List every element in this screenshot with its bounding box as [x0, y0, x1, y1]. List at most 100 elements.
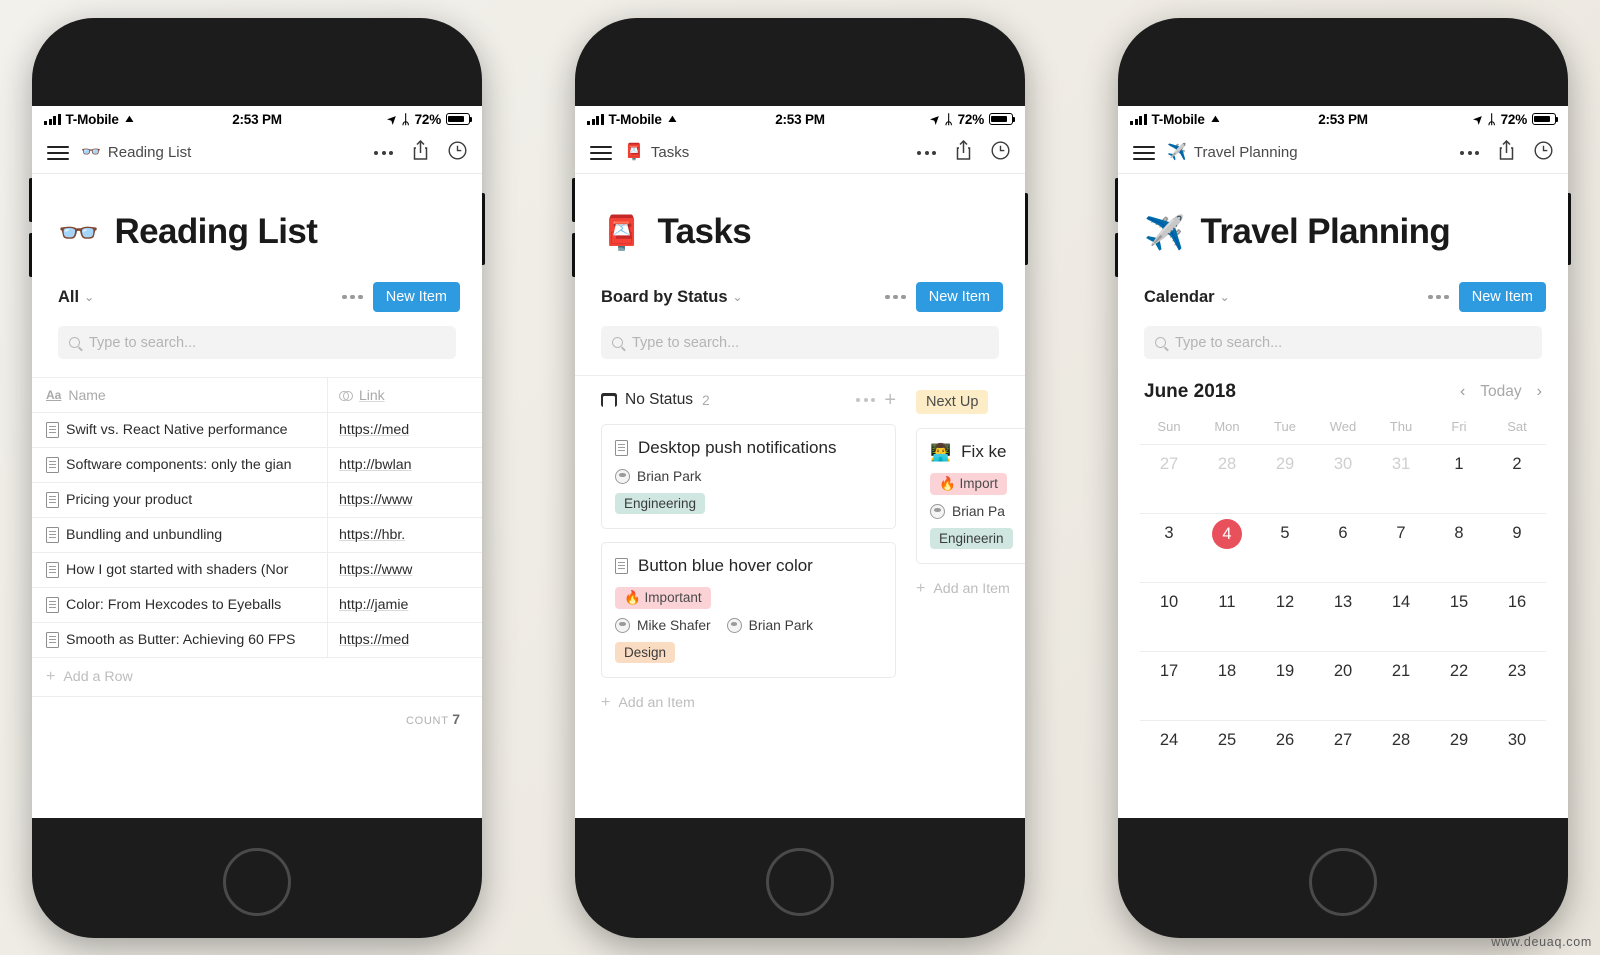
calendar-next-icon[interactable]: › [1537, 383, 1542, 401]
calendar-day[interactable]: 19 [1256, 662, 1314, 720]
view-selector[interactable]: Board by Status ⌄ [601, 288, 743, 307]
calendar-day[interactable]: 29 [1256, 455, 1314, 513]
calendar-day[interactable]: 28 [1198, 455, 1256, 513]
search-input[interactable]: Type to search... [632, 335, 739, 351]
calendar-day[interactable]: 6 [1314, 524, 1372, 582]
column-header-link[interactable]: Link [328, 378, 482, 412]
clock-history-icon[interactable] [448, 140, 467, 165]
board-column-more-icon[interactable] [856, 398, 876, 402]
calendar-day[interactable]: 9 [1488, 524, 1546, 582]
search-box[interactable]: Type to search... [601, 326, 999, 359]
cell-link-label[interactable]: http://bwlan [339, 457, 412, 473]
ellipsis-icon[interactable] [1460, 150, 1479, 155]
calendar-day[interactable]: 30 [1314, 455, 1372, 513]
calendar-day[interactable]: 22 [1430, 662, 1488, 720]
hamburger-menu-icon[interactable] [47, 145, 69, 160]
share-icon[interactable] [955, 139, 972, 165]
calendar-day[interactable]: 14 [1372, 593, 1430, 651]
calendar-day[interactable]: 1 [1430, 455, 1488, 513]
calendar-day[interactable]: 8 [1430, 524, 1488, 582]
search-input[interactable]: Type to search... [89, 335, 196, 351]
table-row[interactable]: Smooth as Butter: Achieving 60 FPS https:… [32, 622, 482, 657]
calendar-prev-icon[interactable]: ‹ [1460, 383, 1465, 401]
new-item-button[interactable]: New Item [372, 282, 460, 312]
calendar-day[interactable]: 25 [1198, 731, 1256, 789]
add-a-row-button[interactable]: + Add a Row [32, 657, 482, 697]
search-icon [612, 337, 623, 348]
add-an-item-button[interactable]: + Add an Item [601, 691, 896, 712]
calendar-day[interactable]: 3 [1140, 524, 1198, 582]
cell-link-label[interactable]: https://www [339, 492, 412, 508]
calendar-day[interactable]: 11 [1198, 593, 1256, 651]
clock-history-icon[interactable] [991, 140, 1010, 165]
table-row[interactable]: Pricing your product https://www [32, 482, 482, 517]
calendar-day[interactable]: 12 [1256, 593, 1314, 651]
cell-link-label[interactable]: https://med [339, 422, 409, 438]
hamburger-menu-icon[interactable] [1133, 145, 1155, 160]
home-button[interactable] [223, 848, 291, 916]
new-item-button[interactable]: New Item [915, 282, 1003, 312]
share-icon[interactable] [412, 139, 429, 165]
menu-line [590, 151, 612, 154]
calendar-day[interactable]: 18 [1198, 662, 1256, 720]
view-more-icon[interactable] [885, 294, 906, 300]
calendar-day[interactable]: 13 [1314, 593, 1372, 651]
calendar-day[interactable]: 4 [1198, 519, 1256, 582]
column-header-name[interactable]: Aa Name [32, 378, 328, 412]
count-label: COUNT [406, 715, 449, 727]
calendar-day[interactable]: 21 [1372, 662, 1430, 720]
calendar-day[interactable]: 2 [1488, 455, 1546, 513]
ellipsis-icon[interactable] [917, 150, 936, 155]
calendar-day[interactable]: 20 [1314, 662, 1372, 720]
calendar-day[interactable]: 23 [1488, 662, 1546, 720]
calendar-day[interactable]: 7 [1372, 524, 1430, 582]
calendar-day[interactable]: 29 [1430, 731, 1488, 789]
cell-link-label[interactable]: https://hbr. [339, 527, 405, 543]
hamburger-menu-icon[interactable] [590, 145, 612, 160]
search-input[interactable]: Type to search... [1175, 335, 1282, 351]
add-an-item-button[interactable]: + Add an Item [916, 577, 1025, 598]
calendar-day[interactable]: 5 [1256, 524, 1314, 582]
calendar-today-button[interactable]: Today [1480, 383, 1521, 401]
cell-link-label[interactable]: http://jamie [339, 597, 408, 613]
ellipsis-icon[interactable] [374, 150, 393, 155]
calendar-day[interactable]: 28 [1372, 731, 1430, 789]
table-row[interactable]: Swift vs. React Native performance https:… [32, 412, 482, 447]
calendar-day[interactable]: 31 [1372, 455, 1430, 513]
board-card[interactable]: Button blue hover color 🔥 Important Mike S… [601, 542, 896, 678]
calendar-day[interactable]: 26 [1256, 731, 1314, 789]
board-card[interactable]: 👨‍💻 Fix ke 🔥 Import Brian Pa Engineerin [916, 428, 1025, 564]
board-column-title[interactable]: No Status [601, 391, 693, 409]
new-item-button[interactable]: New Item [1458, 282, 1546, 312]
home-button[interactable] [766, 848, 834, 916]
share-icon[interactable] [1498, 139, 1515, 165]
view-selector[interactable]: All ⌄ [58, 288, 94, 307]
search-box[interactable]: Type to search... [58, 326, 456, 359]
cell-link-label[interactable]: https://med [339, 632, 409, 648]
calendar-day[interactable]: 30 [1488, 731, 1546, 789]
view-more-icon[interactable] [342, 294, 363, 300]
board-card-title: 👨‍💻 Fix ke [930, 442, 1025, 462]
battery-label: 72% [1500, 111, 1528, 127]
table-row[interactable]: Color: From Hexcodes to Eyeballs http://j… [32, 587, 482, 622]
calendar-day[interactable]: 10 [1140, 593, 1198, 651]
calendar-day[interactable]: 27 [1314, 731, 1372, 789]
clock-history-icon[interactable] [1534, 140, 1553, 165]
table-row[interactable]: Bundling and unbundling https://hbr. [32, 517, 482, 552]
view-more-icon[interactable] [1428, 294, 1449, 300]
cell-link-label[interactable]: https://www [339, 562, 412, 578]
search-box[interactable]: Type to search... [1144, 326, 1542, 359]
calendar-day[interactable]: 17 [1140, 662, 1198, 720]
home-button[interactable] [1309, 848, 1377, 916]
calendar-day[interactable]: 15 [1430, 593, 1488, 651]
table-row[interactable]: Software components: only the gian http:/… [32, 447, 482, 482]
board-column-add-icon[interactable]: + [884, 390, 896, 410]
board-column-title[interactable]: Next Up [916, 390, 989, 414]
calendar-day[interactable]: 16 [1488, 593, 1546, 651]
calendar-day[interactable]: 27 [1140, 455, 1198, 513]
table-row[interactable]: How I got started with shaders (Nor https… [32, 552, 482, 587]
board-card[interactable]: Desktop push notifications Brian Park Engi… [601, 424, 896, 529]
chevron-down-icon: ⌄ [1219, 290, 1230, 304]
calendar-day[interactable]: 24 [1140, 731, 1198, 789]
view-selector[interactable]: Calendar ⌄ [1144, 288, 1230, 307]
